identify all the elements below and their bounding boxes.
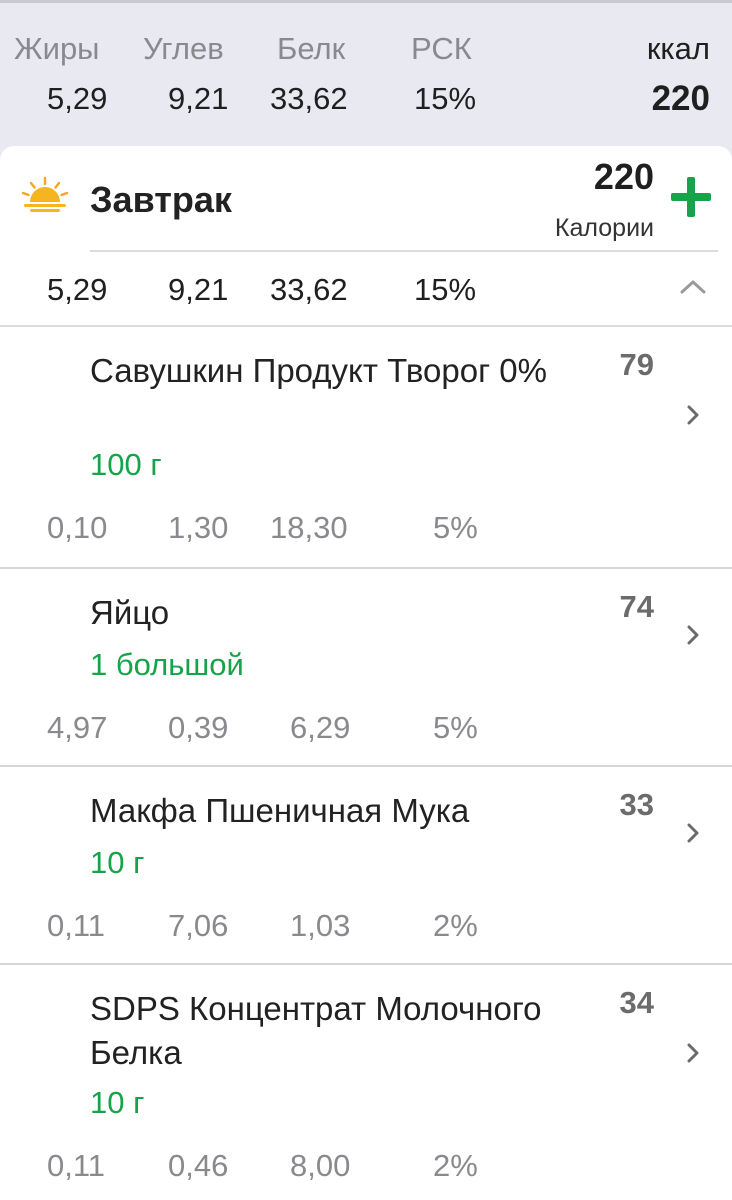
meal-fat: 5,29: [47, 272, 108, 307]
meal-calories: 220: [593, 156, 654, 197]
kcal-label: ккал: [646, 31, 710, 66]
food-carbs: 0,39: [168, 710, 229, 745]
food-carbs: 7,06: [168, 908, 229, 943]
food-calories: 79: [619, 347, 654, 382]
chevron-right-icon: [684, 401, 702, 429]
sunrise-icon: [20, 176, 70, 214]
food-rsk: 2%: [433, 1148, 478, 1183]
carbs-label: Углев: [143, 31, 224, 66]
chevron-right-icon: [684, 621, 702, 649]
food-item[interactable]: SDPS Концентрат Молочного Белка 34 10 г …: [0, 965, 732, 1200]
food-calories: 34: [619, 985, 654, 1020]
fat-value: 5,29: [47, 81, 108, 116]
protein-label: Белк: [277, 31, 346, 66]
food-fat: 4,97: [47, 710, 108, 745]
meal-header[interactable]: Завтрак 220 Калории: [0, 146, 732, 251]
rsk-label: РСК: [411, 31, 472, 66]
add-food-button[interactable]: [668, 174, 714, 220]
meal-carbs: 9,21: [168, 272, 229, 307]
food-rsk: 5%: [433, 710, 478, 745]
chevron-up-icon[interactable]: [678, 276, 708, 296]
meal-card: Завтрак 220 Калории 5,29 9,21 33,62 15% …: [0, 146, 732, 1200]
chevron-right-icon: [684, 1039, 702, 1067]
food-item[interactable]: Савушкин Продукт Творог 0% 79 100 г 0,10…: [0, 327, 732, 569]
daily-summary: Жиры Углев Белк РСК ккал 5,29 9,21 33,62…: [0, 3, 732, 145]
protein-value: 33,62: [270, 81, 348, 116]
food-protein: 6,29: [290, 710, 351, 745]
fat-label: Жиры: [14, 31, 100, 66]
meal-macros-row: 5,29 9,21 33,62 15%: [0, 252, 732, 327]
food-fat: 0,10: [47, 510, 108, 545]
food-item[interactable]: Макфа Пшеничная Мука 33 10 г 0,11 7,06 1…: [0, 767, 732, 965]
food-protein: 1,03: [290, 908, 351, 943]
food-name: Яйцо: [90, 594, 170, 631]
food-name: SDPS Концентрат Молочного Белка: [90, 990, 542, 1071]
meal-rsk: 15%: [414, 272, 477, 307]
food-portion: 1 большой: [90, 647, 244, 682]
food-protein: 8,00: [290, 1148, 351, 1183]
rsk-value: 15%: [414, 81, 477, 116]
food-rsk: 5%: [433, 510, 478, 545]
carbs-value: 9,21: [168, 81, 229, 116]
food-portion: 100 г: [90, 447, 162, 482]
food-name: Макфа Пшеничная Мука: [90, 792, 470, 829]
food-calories: 74: [619, 589, 654, 624]
food-protein: 18,30: [270, 510, 348, 545]
meal-title: Завтрак: [90, 179, 232, 220]
meal-protein: 33,62: [270, 272, 348, 307]
food-carbs: 1,30: [168, 510, 229, 545]
chevron-right-icon: [684, 819, 702, 847]
food-name: Савушкин Продукт Творог 0%: [90, 352, 547, 389]
kcal-value: 220: [651, 79, 710, 118]
food-portion: 10 г: [90, 845, 145, 880]
food-carbs: 0,46: [168, 1148, 229, 1183]
food-portion: 10 г: [90, 1085, 145, 1120]
food-fat: 0,11: [47, 908, 106, 943]
meal-calories-label: Калории: [554, 214, 654, 242]
food-item[interactable]: Яйцо 74 1 большой 4,97 0,39 6,29 5%: [0, 569, 732, 767]
food-rsk: 2%: [433, 908, 478, 943]
food-fat: 0,11: [47, 1148, 106, 1183]
food-calories: 33: [619, 787, 654, 822]
